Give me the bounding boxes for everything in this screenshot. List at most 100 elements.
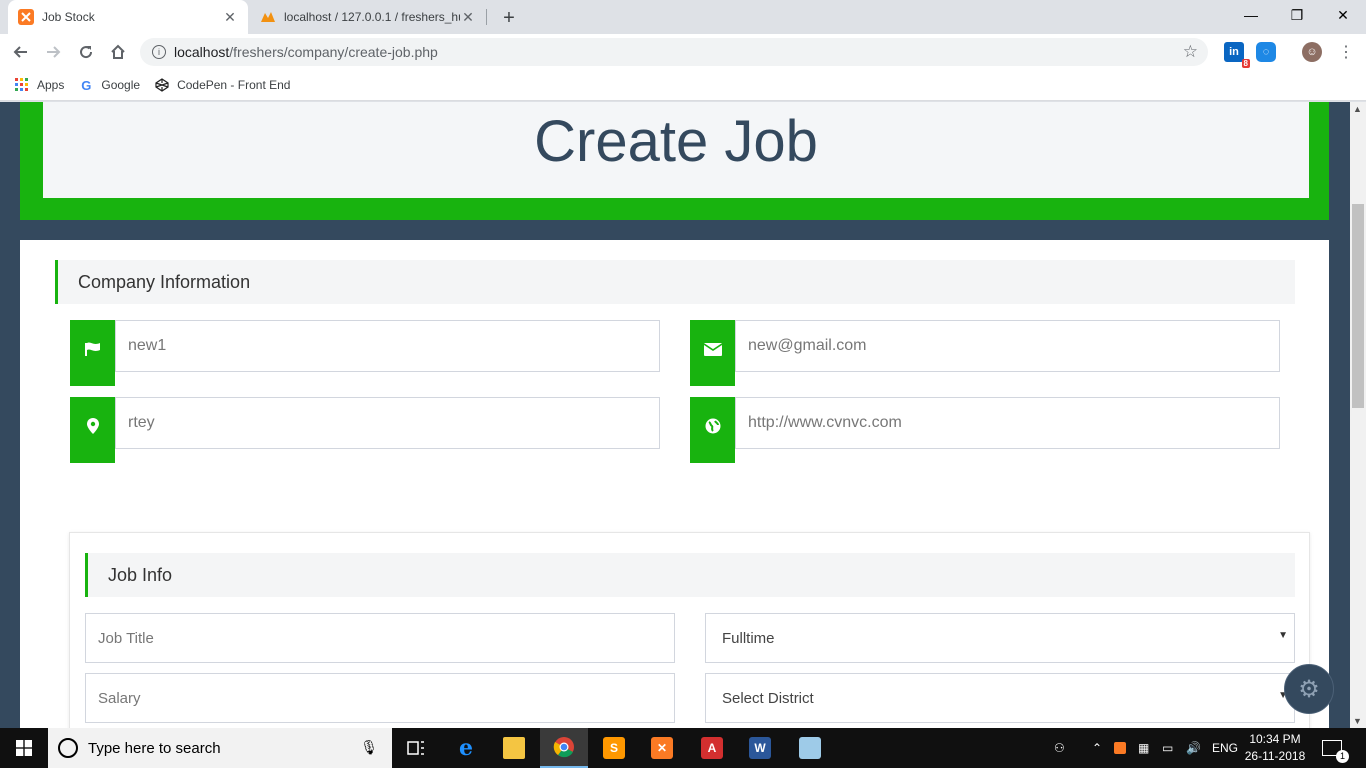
linkedin-extension-icon[interactable]: in 8 <box>1224 42 1250 68</box>
scroll-up-arrow-icon[interactable]: ▲ <box>1353 104 1362 114</box>
browser-toolbar: i localhost/freshers/company/create-job.… <box>0 34 1366 70</box>
close-tab-icon[interactable]: ✕ <box>222 9 238 25</box>
home-icon[interactable] <box>106 40 130 64</box>
close-window-icon[interactable]: ✕ <box>1320 0 1366 30</box>
minimize-icon[interactable]: — <box>1228 0 1274 30</box>
new-tab-icon[interactable]: + <box>498 7 520 29</box>
cortana-icon <box>58 738 78 758</box>
map-marker-icon <box>70 397 115 463</box>
bookmark-google[interactable]: G Google <box>78 77 140 93</box>
company-info-heading: Company Information <box>55 260 1295 304</box>
job-type-select[interactable]: Fulltime ▼ <box>705 613 1295 663</box>
tab-strip: Job Stock ✕ localhost / 127.0.0.1 / fres… <box>0 0 1366 34</box>
address-field: rtey <box>70 397 660 463</box>
chrome-icon[interactable] <box>540 728 588 768</box>
job-info-heading: Job Info <box>85 553 1295 597</box>
messenger-extension-icon[interactable]: ◌ <box>1256 42 1276 62</box>
salary-input[interactable]: Salary <box>85 673 675 723</box>
volume-icon[interactable]: 🔊 <box>1186 728 1201 768</box>
job-title-input[interactable]: Job Title <box>85 613 675 663</box>
reload-icon[interactable] <box>74 40 98 64</box>
windows-logo-icon <box>16 740 32 756</box>
info-icon[interactable]: i <box>152 45 166 59</box>
page-viewport: Create Job Company Information new1 new@… <box>0 102 1350 728</box>
company-name-field: new1 <box>70 320 660 386</box>
back-icon[interactable] <box>9 40 33 64</box>
district-value: Select District <box>722 689 814 707</box>
address-input[interactable]: rtey <box>115 397 660 449</box>
word-icon[interactable]: W <box>736 728 784 768</box>
page-scrollbar[interactable]: ▲ ▼ <box>1350 102 1366 728</box>
google-icon: G <box>81 77 92 93</box>
codepen-icon <box>154 77 170 93</box>
scrollbar-thumb[interactable] <box>1352 204 1364 408</box>
people-icon[interactable]: ⚇ <box>1054 728 1065 768</box>
system-clock[interactable]: 10:34 PM 26-11-2018 <box>1242 731 1308 765</box>
notification-count: 1 <box>1336 750 1349 763</box>
network-icon[interactable]: ▦ <box>1138 728 1149 768</box>
tab-job-stock[interactable]: Job Stock ✕ <box>8 0 248 34</box>
acrobat-icon[interactable]: A <box>688 728 736 768</box>
file-explorer-icon[interactable] <box>490 728 538 768</box>
clock-time: 10:34 PM <box>1249 732 1301 746</box>
menu-kebab-icon[interactable]: ⋮ <box>1334 40 1358 64</box>
hero-banner: Create Job <box>20 102 1329 220</box>
scroll-down-arrow-icon[interactable]: ▼ <box>1353 716 1362 726</box>
language-indicator[interactable]: ENG <box>1212 728 1238 768</box>
battery-icon[interactable]: ▭ <box>1162 728 1173 768</box>
tray-chevron-up-icon[interactable]: ⌃ <box>1092 728 1102 768</box>
clock-date: 26-11-2018 <box>1244 749 1306 763</box>
globe-icon <box>690 397 735 463</box>
hero-title-box: Create Job <box>43 102 1309 198</box>
email-field: new@gmail.com <box>690 320 1280 386</box>
action-center-icon[interactable]: 1 <box>1322 728 1349 768</box>
tab-phpmyadmin[interactable]: localhost / 127.0.0.1 / freshers_hu ✕ <box>250 0 486 34</box>
sublime-text-icon[interactable]: S <box>590 728 638 768</box>
search-placeholder: Type here to search <box>88 739 221 757</box>
bookmark-star-icon[interactable]: ☆ <box>1183 42 1198 62</box>
email-input[interactable]: new@gmail.com <box>735 320 1280 372</box>
restore-icon[interactable]: ❐ <box>1274 0 1320 30</box>
bookmark-apps[interactable]: Apps <box>14 77 64 93</box>
dropdown-caret-icon: ▼ <box>1278 630 1288 641</box>
apps-grid-icon <box>14 77 30 93</box>
envelope-icon <box>690 320 735 386</box>
close-tab-icon[interactable]: ✕ <box>460 9 476 25</box>
bookmark-label: Google <box>101 78 141 92</box>
tab-title: localhost / 127.0.0.1 / freshers_hu <box>284 10 460 24</box>
task-view-icon[interactable] <box>392 728 440 768</box>
gear-icon: ⚙ <box>1298 675 1320 703</box>
district-select[interactable]: Select District ▼ <box>705 673 1295 723</box>
bookmark-label: Apps <box>37 78 65 92</box>
company-name-input[interactable]: new1 <box>115 320 660 372</box>
page-title: Create Job <box>534 108 818 174</box>
phpmyadmin-icon <box>260 9 276 25</box>
xampp-taskbar-icon[interactable]: ✕ <box>638 728 686 768</box>
windows-taskbar: Type here to search 🎙 e S ✕ A W ⚇ ⌃ ▦ ▭ … <box>0 728 1366 768</box>
forward-icon[interactable] <box>41 40 65 64</box>
notepad-icon[interactable] <box>786 728 834 768</box>
job-info-card: Job Info Job Title Fulltime ▼ Salary Sel… <box>69 532 1310 728</box>
url-host: localhost <box>174 44 230 60</box>
website-field: http://www.cvnvc.com <box>690 397 1280 463</box>
xampp-tray-icon[interactable] <box>1114 728 1126 768</box>
bookmarks-bar: Apps G Google CodePen - Front End <box>0 70 1366 101</box>
address-bar[interactable]: i localhost/freshers/company/create-job.… <box>140 38 1208 66</box>
profile-avatar[interactable]: ☺ <box>1302 42 1322 62</box>
windows-start-button[interactable] <box>0 728 48 768</box>
section-heading-text: Company Information <box>78 271 251 292</box>
xampp-icon <box>18 9 34 25</box>
microphone-icon[interactable]: 🎙 <box>360 739 378 756</box>
bookmark-label: CodePen - Front End <box>177 78 291 92</box>
settings-gear-button[interactable]: ⚙ <box>1284 664 1334 714</box>
website-input[interactable]: http://www.cvnvc.com <box>735 397 1280 449</box>
job-type-value: Fulltime <box>722 629 775 647</box>
taskbar-search-box[interactable]: Type here to search 🎙 <box>48 728 392 768</box>
flag-icon <box>70 320 115 386</box>
url-path: /freshers/company/create-job.php <box>229 44 438 60</box>
edge-browser-icon[interactable]: e <box>442 728 490 768</box>
create-job-card: Company Information new1 new@gmail.com r… <box>20 240 1329 728</box>
section-heading-text: Job Info <box>108 564 173 585</box>
tab-separator <box>486 9 487 25</box>
bookmark-codepen[interactable]: CodePen - Front End <box>154 77 290 93</box>
